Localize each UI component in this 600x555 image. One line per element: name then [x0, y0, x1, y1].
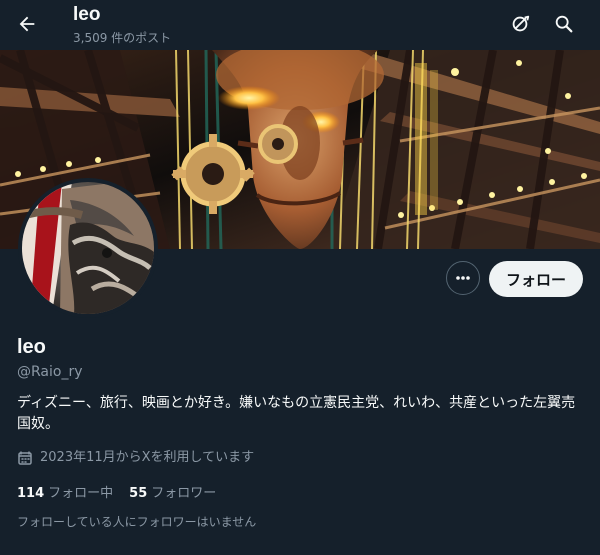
profile-display-name: leo — [17, 336, 46, 358]
following-label: フォロー中 — [48, 486, 114, 501]
joined-date: 2023年11月からXを利用しています — [17, 449, 254, 467]
profile-header-title: leo — [73, 4, 101, 25]
more-options-button[interactable] — [446, 261, 480, 295]
following-count: 114 — [17, 486, 45, 501]
search-icon — [555, 15, 573, 33]
profile-handle: @Raio_ry — [17, 364, 83, 380]
mutual-followers-note: フォローしている人にフォロワーはいません — [17, 515, 257, 529]
joined-text: 2023年11月からXを利用しています — [40, 450, 255, 465]
no-alerts-button[interactable] — [503, 7, 537, 41]
following-link[interactable]: 114 フォロー中 — [17, 485, 113, 503]
profile-avatar[interactable] — [18, 178, 158, 318]
profile-page: leo 3,509 件のポスト フォロー leo @Raio_ry ディズニー、… — [0, 0, 600, 555]
followers-link[interactable]: 55 フォロワー — [129, 485, 216, 503]
follow-button[interactable]: フォロー — [489, 261, 583, 297]
no-alerts-icon — [512, 15, 530, 32]
calendar-icon — [17, 450, 33, 466]
followers-label: フォロワー — [151, 486, 217, 501]
profile-header-bar: leo 3,509 件のポスト — [0, 0, 600, 50]
follow-stats: 114 フォロー中 55 フォロワー — [17, 485, 216, 503]
ellipsis-icon — [456, 276, 470, 280]
followers-count: 55 — [129, 486, 148, 501]
arrow-left-icon — [19, 16, 35, 32]
search-button[interactable] — [547, 7, 581, 41]
post-count: 3,509 件のポスト — [73, 31, 172, 45]
back-button[interactable] — [10, 7, 44, 41]
avatar-image — [22, 182, 154, 314]
profile-bio: ディズニー、旅行、映画とか好き。嫌いなもの立憲民主党、れいわ、共産といった左翼売… — [17, 395, 576, 432]
